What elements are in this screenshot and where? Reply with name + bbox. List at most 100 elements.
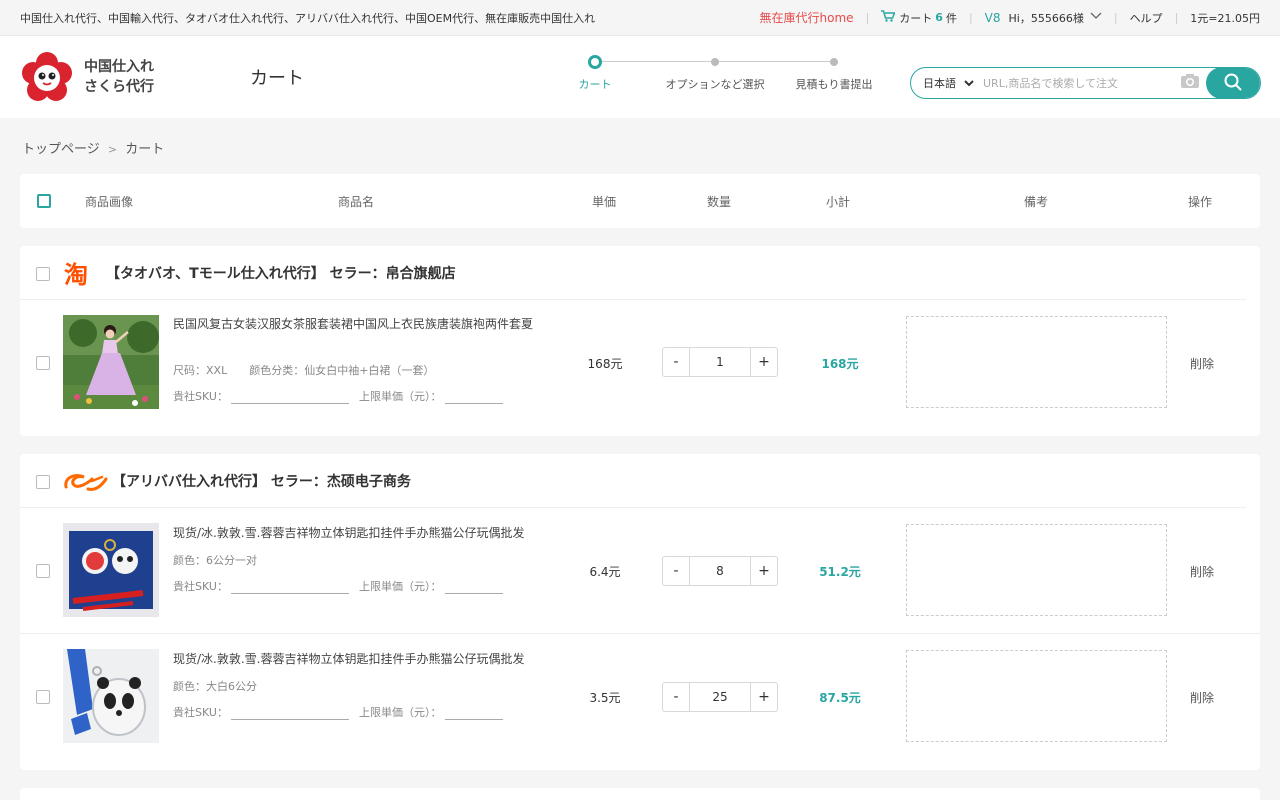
- delete-button[interactable]: 削除: [1180, 563, 1224, 580]
- unit-price: 168元: [587, 357, 623, 371]
- search-icon: [1224, 73, 1242, 94]
- sku-row: 貴社SKU： 上限単価（元）：: [173, 388, 503, 404]
- item-subtotal: 87.5元: [819, 691, 861, 705]
- search-bar: 日本語: [910, 67, 1261, 99]
- product-image[interactable]: [63, 523, 159, 617]
- seller-group: 【アリババ仕入れ代行】 セラー：杰硕电子商务 现货/冰.敦敦.雪.蓉蓉吉祥物立体…: [20, 454, 1260, 770]
- breadcrumb-separator: >: [107, 143, 118, 156]
- logo-line-2: さくら代行: [84, 79, 154, 95]
- seller-group: 淘 【タオバオ、Tモール仕入れ代行】 セラー：帛合旗舰店 民国风复古女装汉服女茶…: [20, 246, 1260, 436]
- cart-link[interactable]: カート 6 件: [881, 10, 957, 26]
- sku-input[interactable]: [231, 710, 350, 720]
- limit-price-input[interactable]: [444, 394, 503, 404]
- item-checkbox[interactable]: [36, 356, 50, 370]
- sku-row: 貴社SKU： 上限単価（元）：: [173, 704, 503, 720]
- unit-price: 3.5元: [589, 691, 621, 705]
- product-image[interactable]: [63, 649, 159, 743]
- seller-group: [20, 788, 1260, 800]
- column-action: 操作: [1188, 194, 1213, 209]
- column-price: 単価: [592, 194, 617, 209]
- item-checkbox[interactable]: [36, 690, 50, 704]
- sku-input[interactable]: [231, 584, 350, 594]
- note-textarea[interactable]: [906, 524, 1167, 616]
- item-checkbox[interactable]: [36, 564, 50, 578]
- sku-row: 貴社SKU： 上限単価（元）：: [173, 578, 503, 594]
- note-textarea[interactable]: [906, 650, 1167, 742]
- seller-checkbox[interactable]: [36, 475, 50, 489]
- column-qty: 数量: [707, 194, 732, 209]
- vip-badge: V8: [984, 10, 1001, 25]
- unit-price: 6.4元: [589, 565, 621, 579]
- qty-input[interactable]: 8: [689, 557, 751, 585]
- logo[interactable]: 中国仕入れ さくら代行: [20, 50, 250, 104]
- search-input[interactable]: [983, 76, 1174, 90]
- divider: |: [1113, 11, 1118, 24]
- qty-decrease-button[interactable]: -: [663, 557, 689, 585]
- divider: |: [1174, 11, 1179, 24]
- item-subtotal: 168元: [821, 357, 859, 371]
- qty-increase-button[interactable]: +: [751, 557, 777, 585]
- breadcrumb-home[interactable]: トップページ: [22, 142, 100, 157]
- product-options: 颜色：大白6公分: [173, 680, 257, 693]
- product-name[interactable]: 民国风复古女装汉服女茶服套装裙中国风上衣民族唐装旗袍两件套夏: [173, 315, 558, 334]
- cart-item: 现货/冰.敦敦.雪.蓉蓉吉祥物立体钥匙扣挂件手办熊猫公仔玩偶批发 颜色：6公分一…: [20, 508, 1260, 634]
- logo-line-1: 中国仕入れ: [84, 59, 154, 75]
- limit-price-input[interactable]: [444, 710, 503, 720]
- page-title: カート: [250, 68, 304, 89]
- qty-input[interactable]: 25: [689, 683, 751, 711]
- search-button[interactable]: [1206, 68, 1260, 98]
- divider: |: [968, 11, 973, 24]
- seller-title: 【アリババ仕入れ代行】 セラー：杰硕电子商务: [112, 473, 411, 490]
- step-options: オプションなど選択: [654, 58, 776, 92]
- sku-input[interactable]: [231, 394, 350, 404]
- step-label: 見積もり書提出: [795, 78, 873, 91]
- quantity-stepper: - 8 +: [662, 556, 778, 586]
- qty-increase-button[interactable]: +: [751, 683, 777, 711]
- product-name[interactable]: 现货/冰.敦敦.雪.蓉蓉吉祥物立体钥匙扣挂件手办熊猫公仔玩偶批发: [173, 650, 558, 669]
- note-textarea[interactable]: [906, 316, 1167, 408]
- delete-button[interactable]: 削除: [1180, 689, 1224, 706]
- product-image[interactable]: [63, 315, 159, 409]
- quantity-stepper: - 1 +: [662, 347, 778, 377]
- progress-steps: カート オプションなど選択 見積もり書提出: [570, 55, 890, 98]
- seller-checkbox[interactable]: [36, 267, 50, 281]
- limit-price-input[interactable]: [444, 584, 503, 594]
- chevron-down-icon[interactable]: [1090, 12, 1102, 23]
- limit-price-label: 上限単価（元）：: [358, 706, 442, 719]
- site-header: 中国仕入れ さくら代行 カート カート オプションなど選択 見積もり書提出 日本…: [0, 36, 1280, 118]
- product-options: 颜色：6公分一对: [173, 554, 257, 567]
- user-greeting[interactable]: Hi，555666様: [1009, 10, 1084, 26]
- sku-label: 貴社SKU：: [173, 706, 228, 719]
- cart-item: 现货/冰.敦敦.雪.蓉蓉吉祥物立体钥匙扣挂件手办熊猫公仔玩偶批发 颜色：大白6公…: [20, 634, 1260, 760]
- camera-icon[interactable]: [1174, 73, 1206, 93]
- cart-count: 6: [935, 11, 943, 24]
- step-cart: カート: [570, 55, 620, 92]
- seller-title: 【タオバオ、Tモール仕入れ代行】 セラー：帛合旗舰店: [106, 265, 456, 282]
- qty-decrease-button[interactable]: -: [663, 348, 689, 376]
- home-link[interactable]: 無在庫代行home: [760, 9, 854, 26]
- item-subtotal: 51.2元: [819, 565, 861, 579]
- breadcrumb-current: カート: [125, 142, 165, 157]
- divider: |: [865, 11, 870, 24]
- help-link[interactable]: ヘルプ: [1130, 10, 1163, 26]
- column-subtotal: 小計: [826, 194, 851, 209]
- chevron-down-icon: [963, 80, 974, 90]
- alibaba-logo-icon: [62, 471, 110, 498]
- cart-label: カート: [899, 11, 933, 25]
- product-options: 尺码：XXL 颜色分类：仙女白中袖+白裙（一套）: [173, 364, 435, 377]
- qty-decrease-button[interactable]: -: [663, 683, 689, 711]
- sku-label: 貴社SKU：: [173, 390, 228, 403]
- cart-unit: 件: [945, 11, 957, 25]
- qty-increase-button[interactable]: +: [751, 348, 777, 376]
- seller-header: 【アリババ仕入れ代行】 セラー：杰硕电子商务: [20, 454, 1246, 508]
- sakura-logo-icon: [20, 50, 74, 104]
- limit-price-label: 上限単価（元）：: [358, 580, 442, 593]
- product-name[interactable]: 现货/冰.敦敦.雪.蓉蓉吉祥物立体钥匙扣挂件手办熊猫公仔玩偶批发: [173, 524, 558, 543]
- sku-label: 貴社SKU：: [173, 580, 228, 593]
- select-all-checkbox[interactable]: [37, 194, 51, 208]
- step-label: カート: [578, 78, 612, 91]
- taobao-logo-icon: 淘: [63, 260, 99, 291]
- delete-button[interactable]: 削除: [1180, 355, 1224, 372]
- language-select[interactable]: 日本語: [911, 75, 983, 91]
- qty-input[interactable]: 1: [689, 348, 751, 376]
